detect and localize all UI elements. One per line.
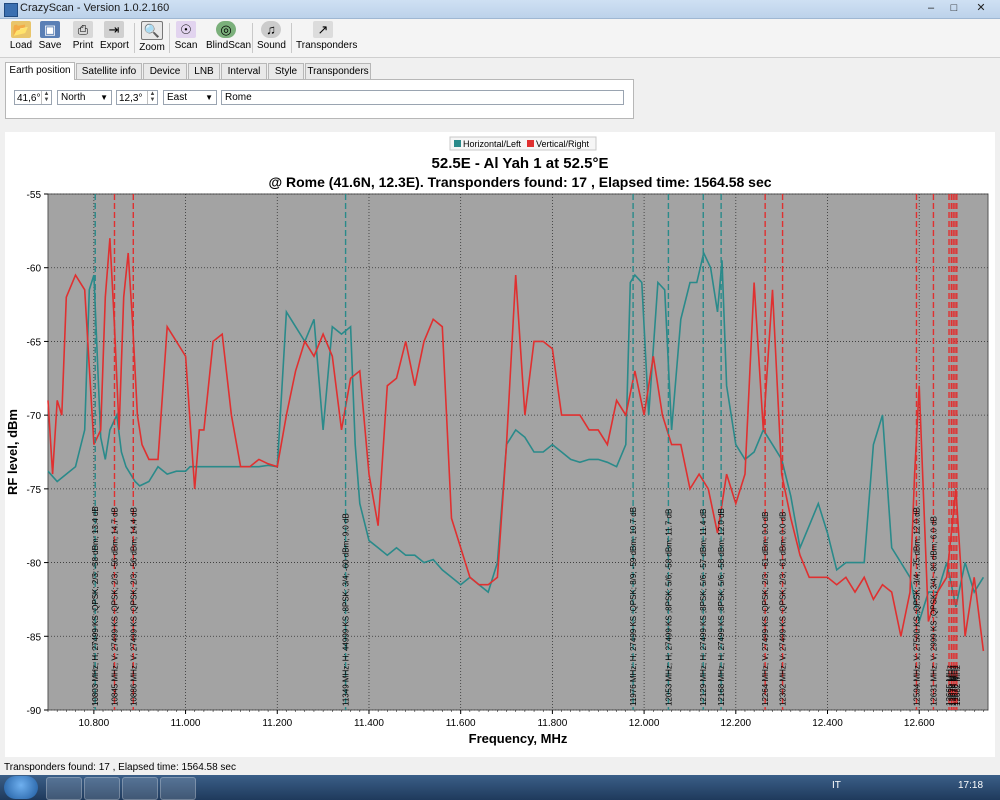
- chart-title: 52.5E - Al Yah 1 at 52.5°E: [432, 155, 609, 172]
- transponder-marker-label: 10886 MHz; V; 27499 KS ;QPSK; 2/3; -56 d…: [129, 507, 138, 706]
- main-toolbar: 📂 Load ▣ Save ⎙ Print ⇥ Export 🔍 Zoom ☉ …: [0, 19, 1000, 58]
- maximize-button[interactable]: □: [943, 1, 965, 16]
- y-axis-label: RF level, dBm: [5, 409, 20, 495]
- tab-satellite-info[interactable]: Satellite info: [76, 63, 142, 79]
- tab-lnb[interactable]: LNB: [188, 63, 220, 79]
- legend-swatch-horizontal: [454, 140, 461, 147]
- toolbar-separator: [169, 23, 170, 53]
- transponder-marker-label: 10803 MHz; H; 27499 KS ;QPSK; 2/3; -58 d…: [91, 506, 100, 706]
- print-button[interactable]: ⎙ Print: [70, 21, 96, 55]
- transponder-marker-label: 12264 MHz; V; 27499 KS ;QPSK; 2/3; -61 d…: [761, 512, 770, 706]
- chevron-down-icon: ▼: [205, 93, 213, 102]
- latitude-direction-select[interactable]: North ▼: [57, 90, 112, 105]
- location-name-input[interactable]: Rome: [221, 90, 624, 105]
- transponders-button[interactable]: ↗ Transponders: [296, 21, 357, 55]
- y-tick-label: -60: [27, 264, 42, 275]
- export-button[interactable]: ⇥ Export: [100, 21, 129, 55]
- windows-taskbar: IT 17:18: [0, 775, 1000, 800]
- explorer-taskbar-icon[interactable]: [122, 777, 158, 800]
- transponder-marker-label: 12594 MHz; V; 27500 KS ;QPSK; 3/4; -75 d…: [912, 507, 921, 706]
- chart-legend: Horizontal/Left Vertical/Right: [449, 136, 597, 151]
- y-tick-label: -85: [27, 632, 42, 643]
- plot-area: [47, 193, 989, 711]
- x-tick-label: 11.000: [171, 718, 201, 729]
- x-tick-label: 12.600: [904, 718, 935, 729]
- x-tick-label: 10.800: [79, 718, 110, 729]
- window-titlebar: CrazyScan - Version 1.0.2.160 – □ ✕: [0, 0, 1000, 19]
- toolbar-separator: [252, 23, 253, 53]
- earth-position-panel: 41,6° ▲ ▼ North ▼ 12,3° ▲ ▼ East ▼ Rome: [5, 79, 634, 119]
- status-bar: Transponders found: 17 , Elapsed time: 1…: [0, 762, 1000, 774]
- x-axis-label: Frequency, MHz: [469, 731, 568, 746]
- transponder-marker-label: 12129 MHz; H; 27499 KS ;8PSK; 5/6; -57 d…: [699, 509, 708, 706]
- export-icon: ⇥: [104, 21, 124, 38]
- x-tick-label: 12.200: [721, 718, 752, 729]
- x-tick-label: 11.800: [537, 718, 567, 729]
- legend-label-vertical: Vertical/Right: [536, 139, 590, 149]
- media-taskbar-icon[interactable]: [84, 777, 120, 800]
- scan-button[interactable]: ☉ Scan: [173, 21, 199, 55]
- legend-label-horizontal: Horizontal/Left: [463, 139, 522, 149]
- blindscan-icon: ◎: [216, 21, 236, 38]
- y-tick-label: -65: [27, 337, 42, 348]
- language-indicator[interactable]: IT: [832, 780, 841, 791]
- chevron-down-icon: ▼: [100, 93, 108, 102]
- y-tick-label: -80: [27, 559, 42, 570]
- transponder-marker-label: 12302 MHz; V; 27499 KS ;QPSK; 2/3; -61 d…: [779, 512, 788, 706]
- tab-device[interactable]: Device: [143, 63, 187, 79]
- latitude-spinner[interactable]: 41,6° ▲ ▼: [14, 90, 52, 105]
- transponder-marker-label: 12168 MHz; H; 27499 KS ;8PSK; 5/6; -58 d…: [717, 508, 726, 706]
- x-tick-label: 11.600: [446, 718, 476, 729]
- save-button[interactable]: ▣ Save: [37, 21, 63, 55]
- folder-icon: 📂: [11, 21, 31, 38]
- y-tick-label: -90: [27, 706, 42, 717]
- chart-subtitle: @ Rome (41.6N, 12.3E). Transponders foun…: [268, 174, 771, 190]
- sound-button[interactable]: ♫ Sound: [257, 21, 286, 55]
- x-tick-label: 12.400: [812, 718, 843, 729]
- firefox-taskbar-icon[interactable]: [46, 777, 82, 800]
- toolbar-separator: [134, 23, 135, 53]
- window-title: CrazyScan - Version 1.0.2.160: [20, 2, 170, 14]
- close-button[interactable]: ✕: [966, 1, 996, 16]
- tab-earth-position[interactable]: Earth position: [5, 62, 75, 80]
- transponder-marker-label: 12631 MHz; V; 2999 KS ;QPSK; 3/4; -80 dB…: [929, 516, 938, 706]
- transponders-icon: ↗: [313, 21, 333, 38]
- transponder-marker-label: 12053 MHz; H; 27499 KS ;8PSK; 5/6; -58 d…: [664, 509, 673, 706]
- x-tick-label: 12.000: [629, 718, 660, 729]
- toolbar-separator: [291, 23, 292, 53]
- tab-style[interactable]: Style: [268, 63, 304, 79]
- clock[interactable]: 17:18: [958, 780, 983, 791]
- zoom-icon: 🔍: [141, 21, 163, 40]
- printer-icon: ⎙: [73, 21, 93, 38]
- longitude-spinner[interactable]: 12,3° ▲ ▼: [116, 90, 158, 105]
- load-button[interactable]: 📂 Load: [8, 21, 34, 55]
- app-taskbar-icon[interactable]: [160, 777, 196, 800]
- spin-arrows-icon[interactable]: ▲ ▼: [41, 91, 51, 104]
- legend-swatch-vertical: [527, 140, 534, 147]
- x-tick-label: 11.200: [262, 718, 292, 729]
- y-tick-label: -75: [27, 485, 42, 496]
- x-tick-label: 11.400: [354, 718, 384, 729]
- blindscan-button[interactable]: ◎ BlindScan: [206, 21, 251, 55]
- minimize-button[interactable]: –: [920, 1, 942, 16]
- spin-arrows-icon[interactable]: ▲ ▼: [147, 91, 157, 104]
- tab-transponders[interactable]: Transponders: [305, 63, 371, 79]
- transponder-marker-label: 11976 MHz; H; 27499 KS ;QPSK; 8/9; -59 d…: [629, 507, 638, 706]
- start-button[interactable]: [4, 776, 38, 799]
- spectrum-chart: Horizontal/Left Vertical/Right 52.5E - Al …: [5, 132, 995, 757]
- app-icon: [4, 3, 18, 17]
- y-tick-label: -70: [27, 411, 42, 422]
- scan-icon: ☉: [176, 21, 196, 38]
- tab-interval[interactable]: Interval: [221, 63, 267, 79]
- longitude-direction-select[interactable]: East ▼: [163, 90, 217, 105]
- zoom-button[interactable]: 🔍 Zoom: [139, 21, 165, 55]
- floppy-icon: ▣: [40, 21, 60, 38]
- transponder-marker-label: 11349 MHz; H; 44999 KS ;8PSK; 3/4; -60 d…: [342, 513, 351, 706]
- speaker-icon: ♫: [261, 21, 281, 38]
- transponder-marker-label: 10845 MHz; V; 27499 KS ;QPSK; 2/3; -56 d…: [110, 507, 119, 706]
- y-tick-label: -55: [27, 190, 42, 201]
- transponder-marker-label: 12682 MHz: [953, 665, 962, 706]
- spectrum-chart-svg: Horizontal/Left Vertical/Right 52.5E - Al …: [5, 136, 989, 746]
